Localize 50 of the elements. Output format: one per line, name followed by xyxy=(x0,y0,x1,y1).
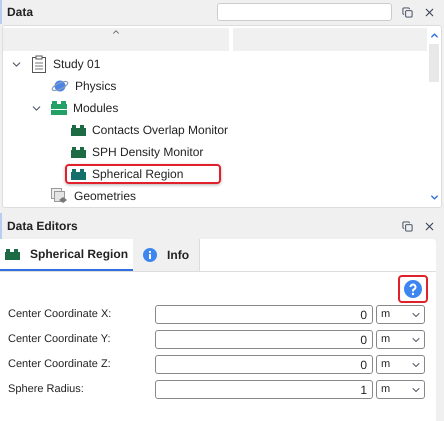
tree-item-label: Contacts Overlap Monitor xyxy=(92,122,228,139)
field-label: Sphere Radius: xyxy=(7,382,85,398)
panel-title: Data xyxy=(7,4,34,21)
number-field[interactable]: 0 xyxy=(155,330,373,349)
close-icon[interactable] xyxy=(423,6,436,18)
number-field[interactable]: 0 xyxy=(155,305,373,324)
unit-dropdown[interactable]: m xyxy=(376,380,425,399)
tree-item-label: Spherical Region xyxy=(92,166,184,183)
float-window-icon[interactable] xyxy=(402,6,413,18)
unit-value: m xyxy=(381,307,390,322)
tab[interactable]: Info xyxy=(133,239,200,271)
number-field[interactable]: 1 xyxy=(155,380,373,399)
tab[interactable]: Spherical Region xyxy=(0,239,134,271)
tree-item[interactable]: SPH Density Monitor xyxy=(65,142,214,162)
block-icon xyxy=(71,146,86,158)
search-field[interactable] xyxy=(217,3,392,21)
field-label: Center Coordinate X: xyxy=(7,307,112,322)
field-label: Center Coordinate Y: xyxy=(7,332,112,348)
help-icon xyxy=(404,280,422,298)
geometries-icon xyxy=(51,188,68,204)
tree-item-label: Modules xyxy=(73,100,118,117)
clipboard-icon xyxy=(31,55,47,73)
unit-dropdown[interactable]: m xyxy=(376,355,425,374)
tree-item[interactable]: Spherical Region xyxy=(65,164,221,184)
unit-dropdown[interactable]: m xyxy=(376,330,425,349)
tree-item[interactable]: Study 01 xyxy=(25,54,110,74)
tree-item-label: SPH Density Monitor xyxy=(92,144,204,161)
tree-item-label: Physics xyxy=(75,78,116,95)
float-window-icon[interactable] xyxy=(402,220,413,232)
panel-title: Data Editors xyxy=(7,218,78,235)
tree-item-label: Geometries xyxy=(74,188,136,205)
unit-value: m xyxy=(381,332,390,348)
number-field[interactable]: 0 xyxy=(155,355,373,374)
block-icon xyxy=(71,124,86,136)
help-button[interactable] xyxy=(398,275,428,303)
tree-item[interactable]: Physics xyxy=(45,76,126,96)
tree-item-label: Study 01 xyxy=(53,56,100,73)
unit-dropdown[interactable]: m xyxy=(376,305,425,324)
tree-item[interactable]: Modules xyxy=(45,98,128,118)
close-icon[interactable] xyxy=(423,220,436,232)
unit-value: m xyxy=(381,382,390,398)
info-icon xyxy=(143,248,158,262)
tree-item[interactable]: Geometries xyxy=(45,186,146,206)
unit-value: m xyxy=(381,357,390,372)
tree-item[interactable]: Contacts Overlap Monitor xyxy=(65,120,238,140)
planet-icon xyxy=(51,79,69,93)
blocks-icon xyxy=(51,101,67,115)
field-label: Center Coordinate Z: xyxy=(7,357,112,372)
block-icon xyxy=(5,248,20,260)
block-icon xyxy=(71,168,86,180)
